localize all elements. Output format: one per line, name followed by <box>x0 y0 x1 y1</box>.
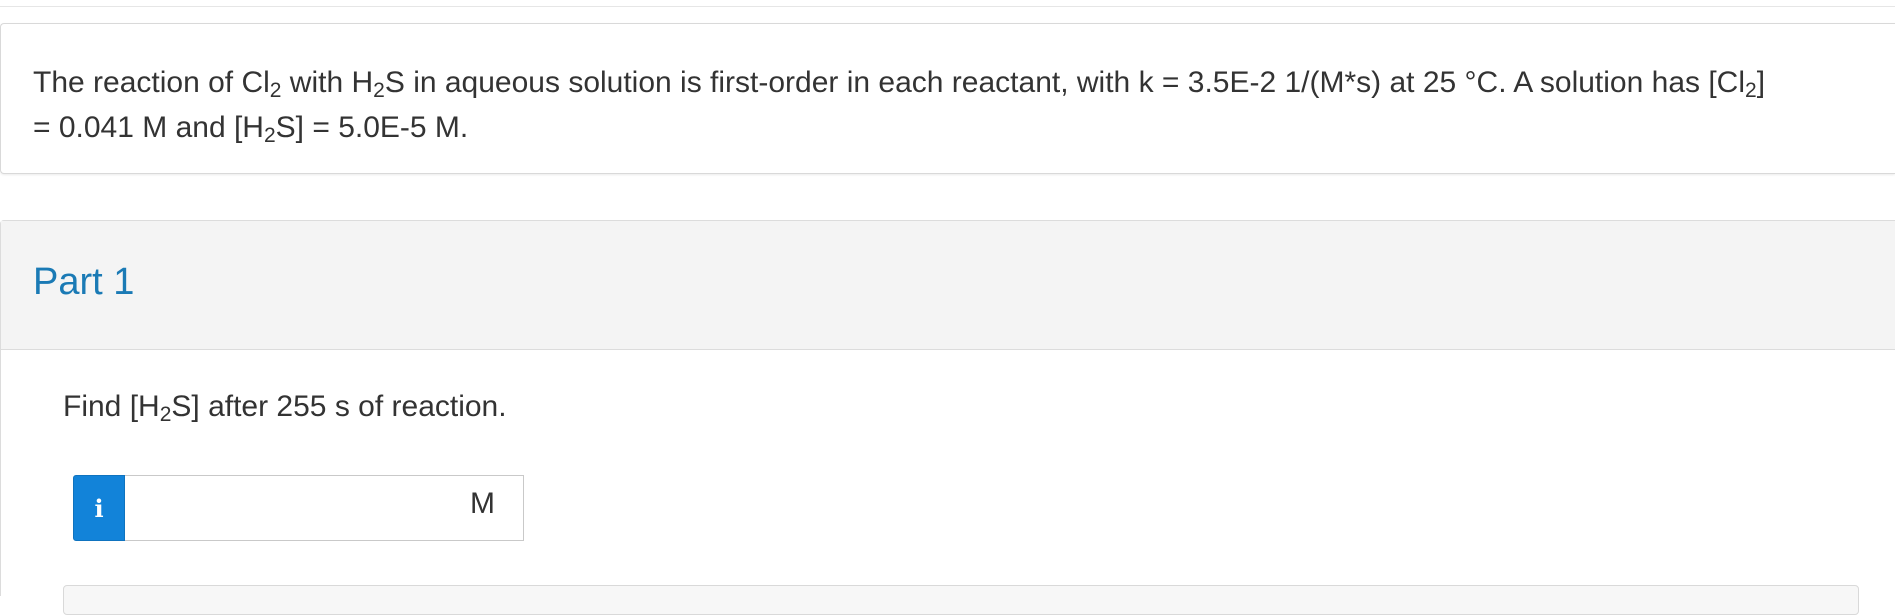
question-card: The reaction of Cl2 with H2S in aqueous … <box>0 23 1895 174</box>
subscript: 2 <box>159 403 172 426</box>
subscript: 2 <box>1745 79 1757 102</box>
question-text-part: with H <box>281 66 374 99</box>
part-title: Part 1 <box>33 261 135 303</box>
subscript: 2 <box>373 79 385 102</box>
question-text-part: = 0.041 M and [H <box>33 111 264 144</box>
question-text-part: S in aqueous solution is first-order in … <box>384 66 1746 99</box>
part-panel: Part 1 Find [H2S] after 255 s of reactio… <box>0 220 1895 615</box>
prompt-text-part: Find [H <box>63 390 160 423</box>
question-text-part: The reaction of Cl <box>33 66 270 99</box>
subscript: 2 <box>269 79 282 102</box>
top-divider <box>0 6 1895 7</box>
question-text-part: S] = 5.0E-5 M. <box>275 111 469 144</box>
answer-input[interactable] <box>125 475 524 541</box>
question-text-part: ] <box>1756 66 1766 99</box>
subscript: 2 <box>263 124 276 147</box>
info-icon[interactable]: i <box>73 475 125 541</box>
question-prompt: Find [H2S] after 255 s of reaction. <box>63 390 507 426</box>
prompt-text-part: S] after 255 s of reaction. <box>171 390 507 423</box>
next-section-box <box>63 585 1859 615</box>
question-text: The reaction of Cl2 with H2S in aqueous … <box>33 60 1873 150</box>
unit-label: M <box>470 487 495 520</box>
part-header: Part 1 <box>1 221 1895 350</box>
